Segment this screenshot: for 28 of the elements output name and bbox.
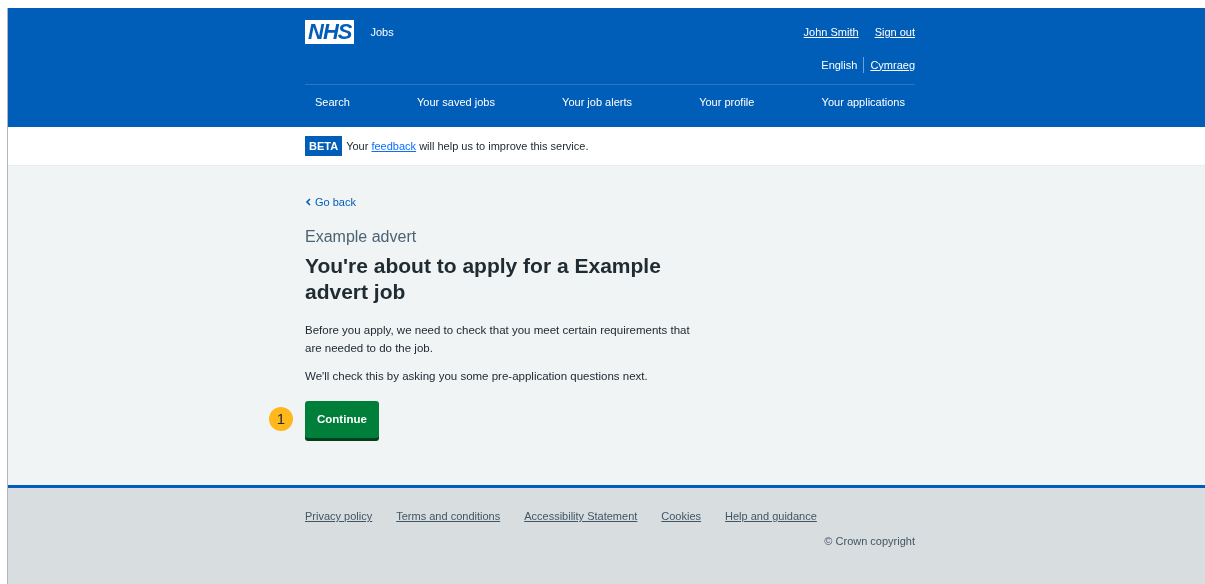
- footer-link[interactable]: Terms and conditions: [396, 508, 501, 525]
- footer-link[interactable]: Accessibility Statement: [524, 508, 638, 525]
- back-link[interactable]: Go back: [305, 194, 356, 211]
- language-link[interactable]: Cymraeg: [863, 56, 915, 73]
- feedback-message: Your feedback will help us to improve this service.: [346, 138, 589, 154]
- chevron-left-icon: [305, 198, 311, 207]
- step-marker: 1: [269, 407, 293, 432]
- footer-link[interactable]: Cookies: [661, 508, 702, 525]
- nav-link[interactable]: Search: [315, 85, 350, 120]
- page-heading: You're about to apply for a Example advert job: [305, 252, 662, 305]
- nav-link[interactable]: Your profile: [699, 85, 755, 120]
- footer-link[interactable]: Help and guidance: [725, 508, 817, 525]
- service-name: Jobs: [370, 25, 394, 40]
- job-caption: Example advert: [305, 226, 418, 247]
- nav-link[interactable]: Your applications: [821, 85, 905, 120]
- continue-button[interactable]: Continue: [305, 400, 379, 438]
- feedback-link[interactable]: feedback: [371, 139, 417, 152]
- sign-out-link[interactable]: Sign out: [874, 24, 915, 41]
- beta-tag: BETA: [305, 135, 343, 157]
- body-text: Before you apply, we need to check that you meet certain requirements that are needed to do the job.: [305, 322, 691, 356]
- body-text: We'll check this by asking you some pre-application questions next.: [305, 368, 649, 384]
- nav-link[interactable]: Your saved jobs: [417, 85, 495, 120]
- nav-link[interactable]: Your job alerts: [562, 85, 632, 120]
- current-language: English: [821, 57, 858, 73]
- nhs-logo[interactable]: NHS: [305, 20, 355, 44]
- account-link[interactable]: John Smith: [803, 24, 859, 41]
- footer-link[interactable]: Privacy policy: [305, 508, 373, 525]
- copyright-text: © Crown copyright: [824, 533, 915, 549]
